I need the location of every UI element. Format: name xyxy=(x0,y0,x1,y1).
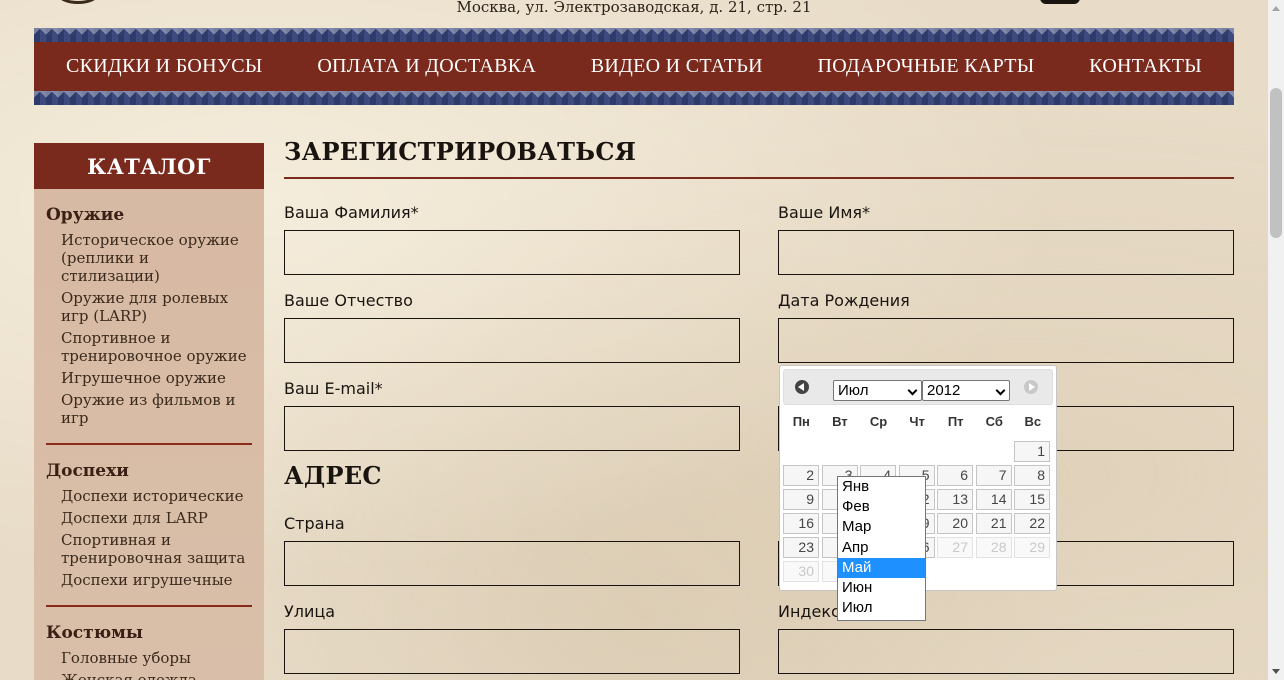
index-label: Индекс xyxy=(778,602,840,621)
street-label: Улица xyxy=(284,602,336,621)
nav-item-contacts[interactable]: КОНТАКТЫ xyxy=(1089,55,1202,78)
month-option[interactable]: Фев xyxy=(838,497,925,517)
weekday-label: Пт xyxy=(947,414,964,429)
catalog-sidebar: КАТАЛОГ Оружие Историческое оружие (репл… xyxy=(34,143,264,680)
lastname-field[interactable] xyxy=(284,230,740,275)
day-cell[interactable]: 9 xyxy=(783,489,819,510)
firstname-label: Ваше Имя* xyxy=(778,203,871,222)
catalog-link[interactable]: Доспехи игрушечные xyxy=(46,571,252,589)
middlename-label: Ваше Отчество xyxy=(284,291,413,310)
page-scrollbar[interactable] xyxy=(1268,0,1284,680)
day-cell[interactable]: 14 xyxy=(975,489,1012,510)
catalog-heading[interactable]: Оружие xyxy=(46,205,252,225)
page-title: ЗАРЕГИСТРИРОВАТЬСЯ xyxy=(284,137,637,166)
ornament-band-bottom xyxy=(34,91,1234,105)
top-header: Москва, ул. Электрозаводская, д. 21, стр… xyxy=(0,0,1268,28)
month-option[interactable]: Июл xyxy=(838,598,925,618)
firstname-field[interactable] xyxy=(778,230,1234,275)
day-cell[interactable]: 20 xyxy=(937,513,973,534)
prev-month-icon[interactable] xyxy=(795,380,809,394)
email-field[interactable] xyxy=(284,406,740,451)
weekday-label: Вт xyxy=(832,414,848,429)
scroll-down-icon[interactable] xyxy=(1272,669,1280,674)
day-cell[interactable]: 8 xyxy=(1014,465,1050,486)
catalog-link[interactable]: Историческое оружие (реплики и стилизаци… xyxy=(46,231,252,285)
nav-item-gift-cards[interactable]: ПОДАРОЧНЫЕ КАРТЫ xyxy=(818,55,1035,78)
day-cell[interactable]: 13 xyxy=(937,489,973,510)
day-cell[interactable]: 28 xyxy=(975,537,1012,558)
address-title: АДРЕС xyxy=(284,461,382,490)
sidebar-divider xyxy=(46,605,252,607)
year-select[interactable]: 2012 xyxy=(922,380,1010,401)
catalog-title: КАТАЛОГ xyxy=(34,143,264,189)
month-option[interactable]: Июн xyxy=(838,578,925,598)
country-label: Страна xyxy=(284,514,345,533)
nav-item-payment-delivery[interactable]: ОПЛАТА И ДОСТАВКА xyxy=(317,55,536,78)
datepicker-header: Июл 2012 xyxy=(783,369,1053,405)
catalog-link[interactable]: Спортивное и тренировочное оружие xyxy=(46,329,252,365)
catalog-heading[interactable]: Доспехи xyxy=(46,461,252,481)
catalog-link[interactable]: Доспехи для LARP xyxy=(46,509,252,527)
catalog-section-armor: Доспехи Доспехи исторические Доспехи для… xyxy=(34,461,264,589)
ornament-band-top xyxy=(34,28,1234,42)
next-month-icon[interactable] xyxy=(1024,380,1038,394)
catalog-link[interactable]: Женская одежда xyxy=(46,671,252,680)
scroll-up-icon[interactable] xyxy=(1272,6,1280,11)
weekday-label: Пн xyxy=(792,414,810,429)
day-cell[interactable]: 23 xyxy=(783,537,819,558)
weekday-label: Ср xyxy=(869,414,888,429)
day-cell[interactable]: 21 xyxy=(975,513,1012,534)
catalog-link[interactable]: Головные уборы xyxy=(46,649,252,667)
email-label: Ваш E-mail* xyxy=(284,379,383,398)
month-dropdown[interactable]: Янв Фев Мар Апр Май Июн Июл xyxy=(837,476,926,621)
scroll-thumb[interactable] xyxy=(1270,88,1282,238)
weekday-label: Сб xyxy=(985,414,1003,429)
catalog-link[interactable]: Игрушечное оружие xyxy=(46,369,252,387)
birthdate-label: Дата Рождения xyxy=(778,291,910,310)
day-cell[interactable]: 29 xyxy=(1014,537,1050,558)
weekday-label: Вс xyxy=(1024,414,1042,429)
catalog-heading[interactable]: Костюмы xyxy=(46,623,252,643)
month-option[interactable]: Май xyxy=(838,557,925,578)
catalog-link[interactable]: Оружие из фильмов и игр xyxy=(46,391,252,427)
month-select[interactable]: Июл xyxy=(833,380,922,401)
catalog-link[interactable]: Оружие для ролевых игр (LARP) xyxy=(46,289,252,325)
social-icon[interactable] xyxy=(1040,0,1080,4)
catalog-link[interactable]: Спортивная и тренировочная защита xyxy=(46,531,252,567)
catalog-section-costumes: Костюмы Головные уборы Женская одежда xyxy=(34,623,264,680)
catalog-section-weapons: Оружие Историческое оружие (реплики и ст… xyxy=(34,205,264,427)
birthdate-field[interactable] xyxy=(778,318,1234,363)
day-cell[interactable]: 2 xyxy=(783,465,819,486)
weekday-row: Пн Вт Ср Чт Пт Сб Вс xyxy=(782,414,1054,429)
month-option[interactable]: Мар xyxy=(838,517,925,537)
sidebar-divider xyxy=(46,443,252,445)
day-cell[interactable]: 6 xyxy=(937,465,973,486)
catalog-link[interactable]: Доспехи исторические xyxy=(46,487,252,505)
nav-item-discounts[interactable]: СКИДКИ И БОНУСЫ xyxy=(66,55,263,78)
street-field[interactable] xyxy=(284,629,740,674)
main-nav: СКИДКИ И БОНУСЫ ОПЛАТА И ДОСТАВКА ВИДЕО … xyxy=(34,28,1234,105)
title-divider xyxy=(284,177,1234,179)
month-option[interactable]: Апр xyxy=(838,538,925,558)
index-field[interactable] xyxy=(778,629,1234,674)
day-cell[interactable]: 15 xyxy=(1014,489,1050,510)
day-cell[interactable]: 27 xyxy=(937,537,973,558)
lastname-label: Ваша Фамилия* xyxy=(284,203,419,222)
middlename-field[interactable] xyxy=(284,318,740,363)
day-cell[interactable]: 1 xyxy=(1014,441,1050,462)
day-cell[interactable]: 7 xyxy=(975,465,1012,486)
weekday-label: Чт xyxy=(909,414,925,429)
country-field[interactable] xyxy=(284,541,740,586)
day-cell[interactable]: 30 xyxy=(783,561,819,582)
nav-item-video-articles[interactable]: ВИДЕО И СТАТЬИ xyxy=(591,55,763,78)
day-cell[interactable]: 22 xyxy=(1014,513,1050,534)
month-option[interactable]: Янв xyxy=(838,477,925,497)
day-cell[interactable]: 16 xyxy=(783,513,819,534)
